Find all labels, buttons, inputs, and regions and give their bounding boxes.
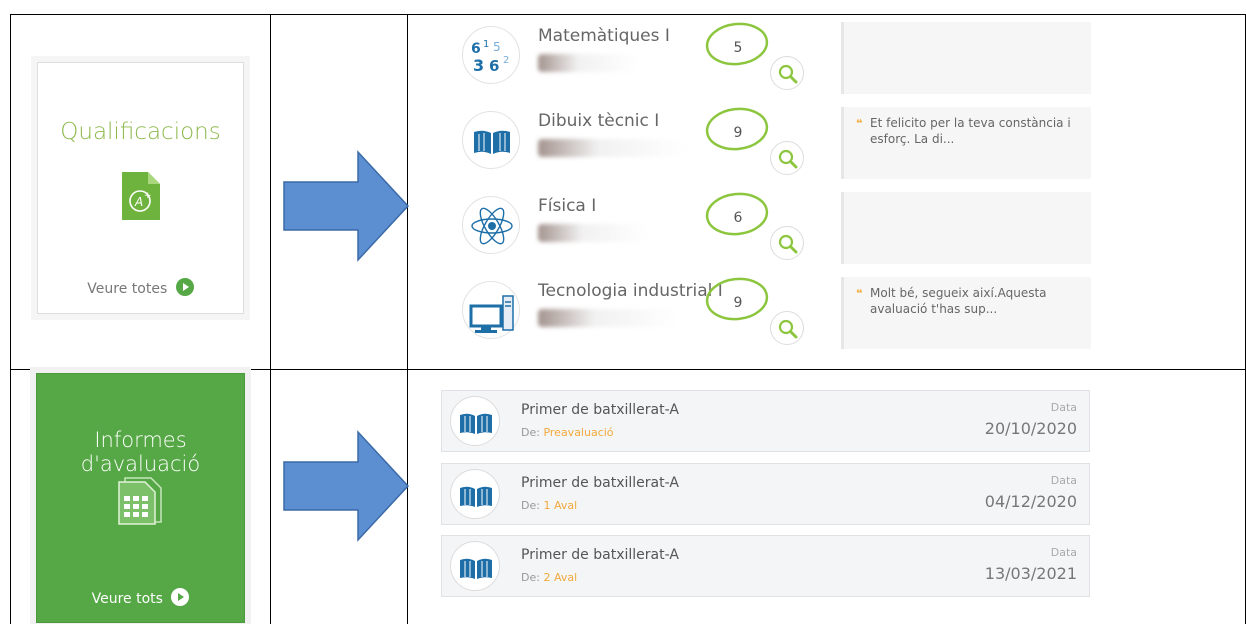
book-icon	[450, 396, 500, 446]
qualifications-title: Qualificacions	[60, 119, 221, 145]
report-date-label: Data	[1050, 474, 1077, 487]
comment-box	[841, 192, 1091, 264]
report-row[interactable]: Primer de batxillerat-A De: 1 Aval Data …	[441, 463, 1090, 525]
grade-document-icon: A +	[120, 170, 162, 226]
book-icon	[450, 541, 500, 591]
report-title: Primer de batxillerat-A	[521, 402, 679, 418]
grade-value: 9	[733, 125, 743, 141]
comment-text: Et felicito per la teva constància i esf…	[870, 116, 1071, 146]
svg-text:1: 1	[483, 39, 489, 50]
svg-text:3: 3	[473, 56, 484, 75]
grade-value: 5	[733, 40, 743, 56]
grade-row[interactable]: Dibuix tècnic I 9 ❝ Et felicito per la t…	[418, 103, 1091, 185]
quote-icon: ❝	[856, 287, 863, 300]
subject-name: Física I	[538, 196, 597, 216]
report-from-value: 1 Aval	[543, 499, 578, 512]
teacher-name-redacted	[538, 54, 638, 72]
report-date-label: Data	[1050, 546, 1077, 559]
play-circle-icon	[171, 588, 190, 610]
grade-value: 9	[733, 295, 743, 311]
report-from-value: Preavaluació	[543, 426, 614, 439]
report-from: De: Preavaluació	[521, 426, 614, 439]
quote-icon: ❝	[856, 117, 863, 130]
subject-name: Matemàtiques I	[538, 26, 670, 46]
svg-text:5: 5	[493, 40, 501, 54]
report-from-label: De:	[521, 426, 540, 439]
book-icon	[462, 111, 520, 169]
subject-name: Dibuix tècnic I	[538, 111, 660, 131]
right-arrow-icon	[282, 150, 412, 266]
report-title: Primer de batxillerat-A	[521, 547, 679, 563]
comment-box: ❝ Molt bé, segueix així.Aquesta avaluaci…	[841, 277, 1091, 349]
grade-row[interactable]: Física I 6	[418, 188, 1091, 270]
svg-text:6: 6	[471, 41, 481, 57]
report-from: De: 1 Aval	[521, 499, 577, 512]
report-title: Primer de batxillerat-A	[521, 475, 679, 491]
computer-icon	[462, 281, 520, 339]
report-date: 13/03/2021	[984, 564, 1077, 583]
report-from-label: De:	[521, 499, 540, 512]
comment-box: ❝ Et felicito per la teva constància i e…	[841, 107, 1091, 179]
reports-title: Informes d'avaluació	[37, 428, 244, 476]
magnifier-icon[interactable]	[770, 311, 804, 345]
comment-box	[841, 22, 1091, 94]
report-row[interactable]: Primer de batxillerat-A De: Preavaluació…	[441, 390, 1090, 452]
report-from-value: 2 Aval	[543, 571, 578, 584]
report-date: 20/10/2020	[984, 419, 1077, 438]
report-date: 04/12/2020	[984, 492, 1077, 511]
svg-text:A: A	[134, 195, 143, 209]
report-date-label: Data	[1050, 401, 1077, 414]
report-row[interactable]: Primer de batxillerat-A De: 2 Aval Data …	[441, 535, 1090, 597]
reports-title-line2: d'avaluació	[80, 452, 201, 476]
book-icon	[450, 469, 500, 519]
grade-row[interactable]: Tecnologia industrial I 9 ❝ Molt bé, seg…	[418, 273, 1091, 355]
right-arrow-icon	[282, 430, 412, 546]
atom-icon	[462, 196, 520, 254]
magnifier-icon[interactable]	[770, 56, 804, 90]
svg-text:2: 2	[503, 55, 509, 66]
magnifier-icon[interactable]	[770, 226, 804, 260]
svg-text:+: +	[144, 191, 152, 201]
see-all-reports-label: Veure tots	[91, 591, 163, 607]
spreadsheet-document-icon	[117, 476, 163, 530]
comment-text: Molt bé, segueix així.Aquesta avaluació …	[870, 286, 1047, 316]
svg-text:6: 6	[489, 57, 499, 75]
report-from-label: De:	[521, 571, 540, 584]
qualifications-tile[interactable]: Qualificacions A + Veure totes	[37, 62, 244, 314]
teacher-name-redacted	[538, 224, 648, 242]
grade-row[interactable]: 6 1 5 3 6 2 Matemàtiques I 5	[418, 18, 1091, 100]
subject-name: Tecnologia industrial I	[538, 281, 723, 301]
play-circle-icon	[175, 278, 194, 300]
see-all-grades-link[interactable]: Veure totes	[38, 278, 243, 300]
reports-title-line1: Informes	[94, 428, 187, 452]
see-all-grades-label: Veure totes	[87, 281, 168, 297]
magnifier-icon[interactable]	[770, 141, 804, 175]
teacher-name-redacted	[538, 139, 688, 157]
math-icon: 6 1 5 3 6 2	[462, 26, 520, 84]
grade-value: 6	[733, 210, 743, 226]
see-all-reports-link[interactable]: Veure tots	[37, 588, 244, 610]
reports-tile[interactable]: Informes d'avaluació Veure tots	[36, 373, 245, 623]
teacher-name-redacted	[538, 309, 678, 327]
report-from: De: 2 Aval	[521, 571, 577, 584]
